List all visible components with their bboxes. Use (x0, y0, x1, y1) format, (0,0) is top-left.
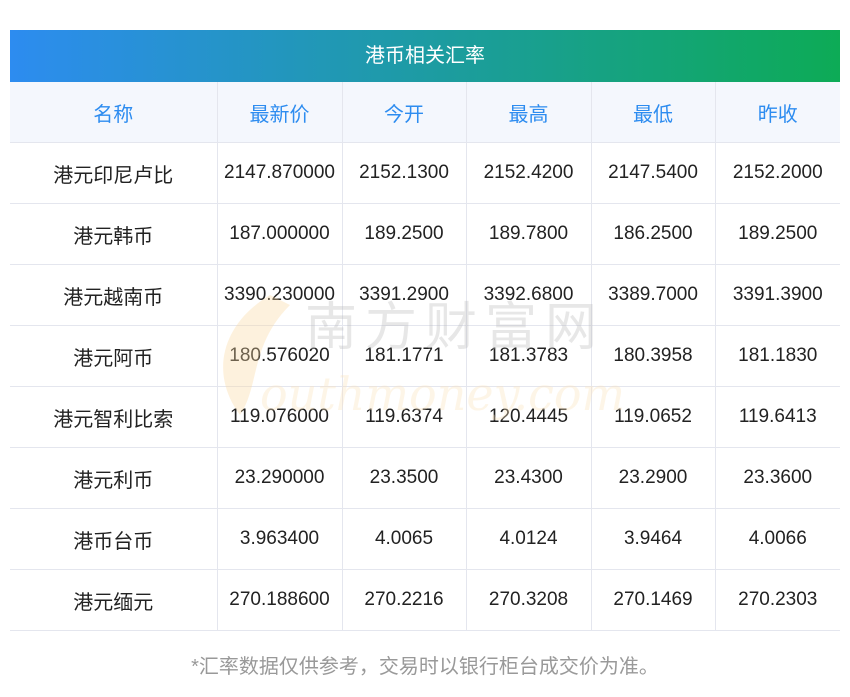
rate-cell: 120.4445 (465, 386, 591, 448)
column-header: 最高 (465, 82, 591, 143)
rate-cell: 270.2303 (714, 569, 840, 631)
rate-cell: 2152.1300 (341, 142, 466, 204)
rate-cell: 3389.7000 (590, 264, 715, 326)
rate-cell: 3392.6800 (465, 264, 591, 326)
column-header: 昨收 (714, 82, 840, 143)
rate-cell: 119.0652 (590, 386, 715, 448)
rate-cell: 181.1771 (341, 325, 466, 387)
rate-cell: 270.188600 (216, 569, 342, 631)
rate-cell: 270.1469 (590, 569, 715, 631)
currency-pair-name: 港元越南币 (10, 264, 217, 326)
table-row: 港元缅元 270.188600 270.2216 270.3208 270.1469 27… (10, 569, 840, 631)
rate-cell: 187.000000 (216, 203, 342, 265)
table-title: 港币相关汇率 (10, 30, 840, 82)
table-row: 港元韩币 187.000000 189.2500 189.7800 186.2500 18… (10, 203, 840, 265)
rate-cell: 119.6413 (714, 386, 840, 448)
table-row: 港币台币 3.963400 4.0065 4.0124 3.9464 4.0066 (10, 508, 840, 570)
currency-pair-name: 港元缅元 (10, 569, 217, 631)
rate-cell: 119.6374 (341, 386, 466, 448)
rate-cell: 3390.230000 (216, 264, 342, 326)
rate-cell: 2147.870000 (216, 142, 342, 204)
rate-cell: 2147.5400 (590, 142, 715, 204)
column-header: 名称 (10, 82, 217, 143)
rate-cell: 180.3958 (590, 325, 715, 387)
currency-pair-name: 港元印尼卢比 (10, 142, 217, 204)
currency-pair-name: 港元韩币 (10, 203, 217, 265)
column-header: 最低 (590, 82, 715, 143)
disclaimer-note: *汇率数据仅供参考，交易时以银行柜台成交价为准。 (191, 656, 659, 678)
rate-cell: 2152.4200 (465, 142, 591, 204)
rate-cell: 4.0066 (714, 508, 840, 570)
table-header-row: 名称 最新价 今开 最高 最低 昨收 (10, 82, 840, 143)
rate-cell: 186.2500 (590, 203, 715, 265)
rate-cell: 2152.2000 (714, 142, 840, 204)
column-header: 今开 (341, 82, 466, 143)
rate-cell: 181.1830 (714, 325, 840, 387)
rate-cell: 4.0124 (465, 508, 591, 570)
exchange-rate-table: 名称 最新价 今开 最高 最低 昨收 港元印尼卢比 2147.870000 2152.1300… (10, 82, 840, 631)
table-row: 港元智利比索 119.076000 119.6374 120.4445 119.0652… (10, 386, 840, 448)
rate-cell: 270.3208 (465, 569, 591, 631)
rate-cell: 23.3600 (714, 447, 840, 509)
table-row: 港元利币 23.290000 23.3500 23.4300 23.2900 23.360… (10, 447, 840, 509)
rate-cell: 189.2500 (714, 203, 840, 265)
rate-cell: 181.3783 (465, 325, 591, 387)
exchange-rate-table-card: 港币相关汇率 名称 最新价 今开 最高 最低 昨收 港元印尼卢比 2147.870000 21… (10, 30, 840, 631)
rate-cell: 189.7800 (465, 203, 591, 265)
rate-cell: 3391.2900 (341, 264, 466, 326)
rate-cell: 23.3500 (341, 447, 466, 509)
currency-pair-name: 港元阿币 (10, 325, 217, 387)
rate-cell: 189.2500 (341, 203, 466, 265)
rate-cell: 270.2216 (341, 569, 466, 631)
rate-cell: 4.0065 (341, 508, 466, 570)
currency-pair-name: 港币台币 (10, 508, 217, 570)
currency-pair-name: 港元利币 (10, 447, 217, 509)
rate-cell: 3391.3900 (714, 264, 840, 326)
currency-pair-name: 港元智利比索 (10, 386, 217, 448)
rate-cell: 3.9464 (590, 508, 715, 570)
rate-cell: 23.4300 (465, 447, 591, 509)
rate-cell: 3.963400 (216, 508, 342, 570)
rate-cell: 180.576020 (216, 325, 342, 387)
rate-cell: 119.076000 (216, 386, 342, 448)
table-row: 港元阿币 180.576020 181.1771 181.3783 180.3958 18… (10, 325, 840, 387)
column-header: 最新价 (216, 82, 342, 143)
rate-cell: 23.290000 (216, 447, 342, 509)
table-row: 港元越南币 3390.230000 3391.2900 3392.6800 3389.7… (10, 264, 840, 326)
rate-cell: 23.2900 (590, 447, 715, 509)
table-row: 港元印尼卢比 2147.870000 2152.1300 2152.4200 2147.… (10, 142, 840, 204)
